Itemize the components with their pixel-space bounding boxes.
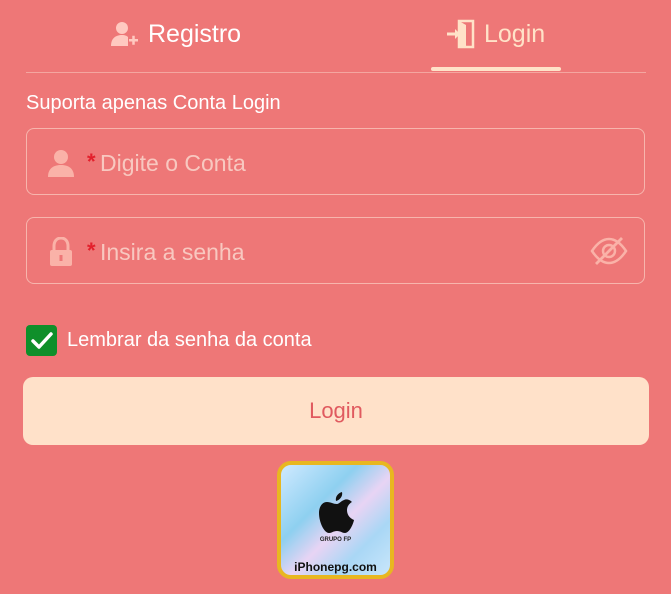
- tab-login-label: Login: [484, 19, 546, 48]
- remember-label: Lembrar da senha da conta: [67, 329, 312, 351]
- lock-icon: [45, 236, 77, 268]
- required-mark: *: [87, 238, 96, 263]
- tab-login[interactable]: Login: [446, 14, 545, 54]
- app-brand-text: GRUPO FP: [319, 537, 352, 543]
- remember-password-toggle[interactable]: Lembrar da senha da conta: [26, 325, 312, 356]
- app-icon-badge[interactable]: GRUPO FP iPhonepg.com: [277, 461, 394, 579]
- tab-bar: Registro Login: [26, 0, 646, 73]
- tab-registro[interactable]: Registro: [110, 14, 241, 54]
- required-mark: *: [87, 149, 96, 174]
- account-input[interactable]: [98, 143, 582, 183]
- account-field[interactable]: *: [26, 128, 645, 195]
- password-field[interactable]: *: [26, 217, 645, 284]
- apple-logo-icon: [319, 492, 354, 533]
- login-button[interactable]: Login: [23, 377, 649, 445]
- user-icon: [45, 147, 77, 179]
- app-name: iPhonepg.com: [294, 560, 377, 574]
- password-input[interactable]: [98, 232, 582, 272]
- user-add-icon: [110, 19, 140, 49]
- eye-slash-icon[interactable]: [590, 235, 628, 267]
- login-notice: Suporta apenas Conta Login: [26, 92, 281, 114]
- remember-checkbox[interactable]: [26, 325, 57, 356]
- tab-registro-label: Registro: [148, 19, 242, 48]
- login-door-icon: [446, 19, 476, 49]
- active-tab-indicator: [431, 67, 561, 71]
- check-icon: [30, 331, 53, 349]
